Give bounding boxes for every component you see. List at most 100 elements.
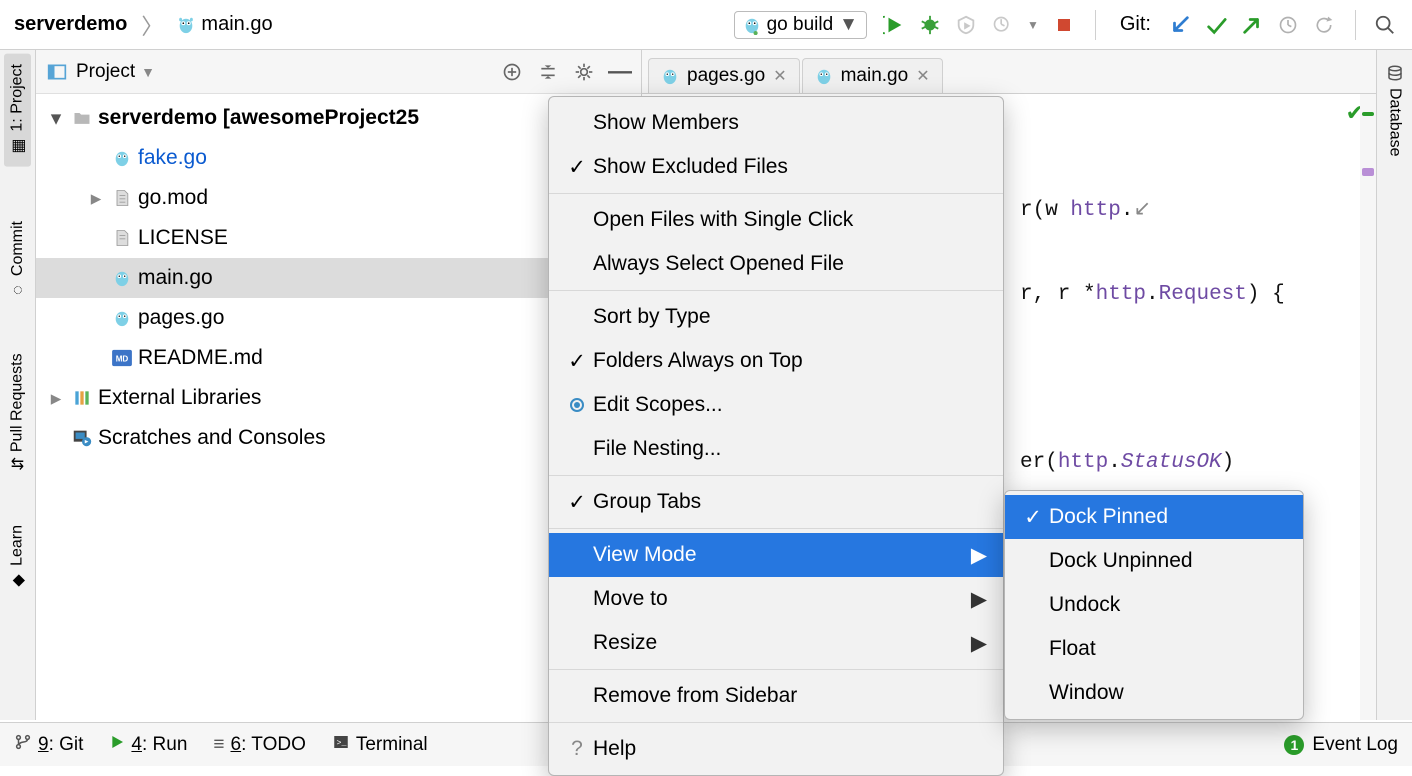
left-tab-commit[interactable]: ◌ Commit — [5, 211, 31, 309]
folder-icon — [70, 108, 94, 128]
menu-edit-scopes[interactable]: Edit Scopes... — [549, 383, 1003, 427]
rollback-icon[interactable] — [1313, 14, 1335, 36]
editor-tab-main-go[interactable]: main.go ✕ — [802, 58, 943, 93]
menu-resize[interactable]: Resize▶ — [549, 621, 1003, 665]
submenu-float[interactable]: Float — [1005, 627, 1303, 671]
terminal-icon: >_ — [332, 733, 350, 757]
chevron-right-icon: ▶ — [971, 543, 987, 568]
chevron-down-icon: ▼ — [839, 14, 858, 36]
left-tab-pull-requests[interactable]: ⇆ Pull Requests — [4, 343, 31, 481]
view-mode-submenu: ✓Dock Pinned Dock Unpinned Undock Float … — [1004, 490, 1304, 720]
file-icon — [110, 188, 134, 208]
chevron-down-icon[interactable]: ▼ — [1027, 18, 1039, 32]
breadcrumb-project[interactable]: serverdemo — [8, 11, 133, 38]
left-tool-strip: ▦ 1: Project ◌ Commit ⇆ Pull Requests ◆ … — [0, 50, 36, 720]
submenu-dock-pinned[interactable]: ✓Dock Pinned — [1005, 495, 1303, 539]
commit-icon[interactable] — [1205, 14, 1227, 36]
checkmark-icon: ✓ — [565, 349, 589, 374]
chevron-right-icon: ▶ — [971, 631, 987, 656]
external-libraries-icon — [70, 388, 94, 408]
right-tab-database[interactable]: Database — [1382, 54, 1408, 167]
breadcrumb-separator-icon: 〉 — [141, 9, 163, 41]
project-panel-title[interactable]: Project ▼ — [76, 61, 155, 83]
radio-icon — [565, 397, 589, 413]
toolbar-run-group: ▼ — [873, 14, 1085, 36]
collapse-all-icon[interactable] — [537, 61, 559, 83]
menu-separator — [549, 290, 1003, 291]
toolbar-separator — [1355, 10, 1356, 40]
search-icon[interactable] — [1374, 14, 1396, 36]
close-icon[interactable]: ✕ — [773, 66, 786, 86]
gear-icon[interactable] — [573, 61, 595, 83]
learn-icon: ◆ — [8, 572, 27, 591]
notification-badge-icon: 1 — [1284, 735, 1304, 755]
gopher-icon — [110, 268, 134, 288]
status-todo[interactable]: ≡ 6: TODO — [213, 734, 305, 756]
menu-sort-by-type[interactable]: Sort by Type — [549, 295, 1003, 339]
menu-file-nesting[interactable]: File Nesting... — [549, 427, 1003, 471]
hide-icon[interactable]: — — [609, 61, 631, 83]
menu-view-mode[interactable]: View Mode▶ — [549, 533, 1003, 577]
status-git[interactable]: 9: Git — [14, 733, 83, 757]
menu-remove-sidebar[interactable]: Remove from Sidebar — [549, 674, 1003, 718]
chevron-right-icon: ▶ — [971, 587, 987, 612]
markdown-icon: MD — [110, 349, 134, 367]
breadcrumb: serverdemo 〉 main.go — [8, 9, 279, 41]
submenu-dock-unpinned[interactable]: Dock Unpinned — [1005, 539, 1303, 583]
checkmark-icon: ✓ — [565, 155, 589, 180]
gopher-icon — [110, 308, 134, 328]
git-label: Git: — [1116, 13, 1155, 36]
chevron-down-icon[interactable]: ▾ — [46, 106, 66, 131]
status-terminal[interactable]: >_ Terminal — [332, 733, 428, 757]
project-panel-header: Project ▼ — — [36, 50, 641, 94]
chevron-right-icon[interactable]: ▸ — [46, 386, 66, 411]
locate-icon[interactable] — [501, 61, 523, 83]
editor-marker-strip[interactable] — [1360, 94, 1376, 720]
breadcrumb-file[interactable]: main.go — [171, 11, 278, 38]
history-icon[interactable] — [1277, 14, 1299, 36]
left-tab-learn[interactable]: ◆ Learn — [4, 515, 31, 601]
run-config-dropdown[interactable]: go build ▼ — [734, 11, 867, 39]
left-tab-project[interactable]: ▦ 1: Project — [4, 54, 31, 167]
status-event-log[interactable]: 1 Event Log — [1284, 734, 1398, 756]
menu-open-single-click[interactable]: Open Files with Single Click — [549, 198, 1003, 242]
menu-folders-on-top[interactable]: ✓Folders Always on Top — [549, 339, 1003, 383]
status-run[interactable]: 4: Run — [109, 734, 187, 756]
submenu-window[interactable]: Window — [1005, 671, 1303, 715]
project-icon: ▦ — [8, 138, 27, 157]
menu-separator — [549, 475, 1003, 476]
push-icon[interactable] — [1241, 14, 1263, 36]
svg-text:MD: MD — [116, 355, 129, 364]
menu-move-to[interactable]: Move to▶ — [549, 577, 1003, 621]
editor-tab-pages-go[interactable]: pages.go ✕ — [648, 58, 800, 93]
run-config-label: go build — [767, 14, 834, 36]
gopher-icon — [743, 15, 761, 35]
project-settings-menu: Show Members ✓Show Excluded Files Open F… — [548, 96, 1004, 776]
checkmark-icon: ✓ — [565, 490, 589, 515]
coverage-icon[interactable] — [955, 14, 977, 36]
close-icon[interactable]: ✕ — [916, 66, 929, 86]
stop-icon[interactable] — [1053, 14, 1075, 36]
menu-separator — [549, 669, 1003, 670]
menu-group-tabs[interactable]: ✓Group Tabs — [549, 480, 1003, 524]
editor-tabs: pages.go ✕ main.go ✕ — [642, 50, 1376, 94]
branch-icon — [14, 733, 32, 757]
top-toolbar: serverdemo 〉 main.go go build ▼ ▼ — [0, 0, 1412, 50]
profiler-icon[interactable] — [991, 14, 1013, 36]
menu-help[interactable]: ?Help — [549, 727, 1003, 771]
update-project-icon[interactable] — [1169, 14, 1191, 36]
toolbar-git-group: Git: — [1106, 13, 1345, 36]
menu-show-excluded[interactable]: ✓Show Excluded Files — [549, 145, 1003, 189]
submenu-undock[interactable]: Undock — [1005, 583, 1303, 627]
menu-separator — [549, 722, 1003, 723]
gopher-icon — [661, 66, 679, 86]
chevron-right-icon[interactable]: ▸ — [86, 186, 106, 211]
menu-show-members[interactable]: Show Members — [549, 101, 1003, 145]
gopher-icon — [110, 148, 134, 168]
rerun-icon[interactable] — [883, 14, 905, 36]
debug-icon[interactable] — [919, 14, 941, 36]
checkmark-icon: ✓ — [1021, 505, 1045, 530]
menu-always-select[interactable]: Always Select Opened File — [549, 242, 1003, 286]
database-icon — [1386, 64, 1404, 82]
project-view-icon — [46, 61, 68, 83]
